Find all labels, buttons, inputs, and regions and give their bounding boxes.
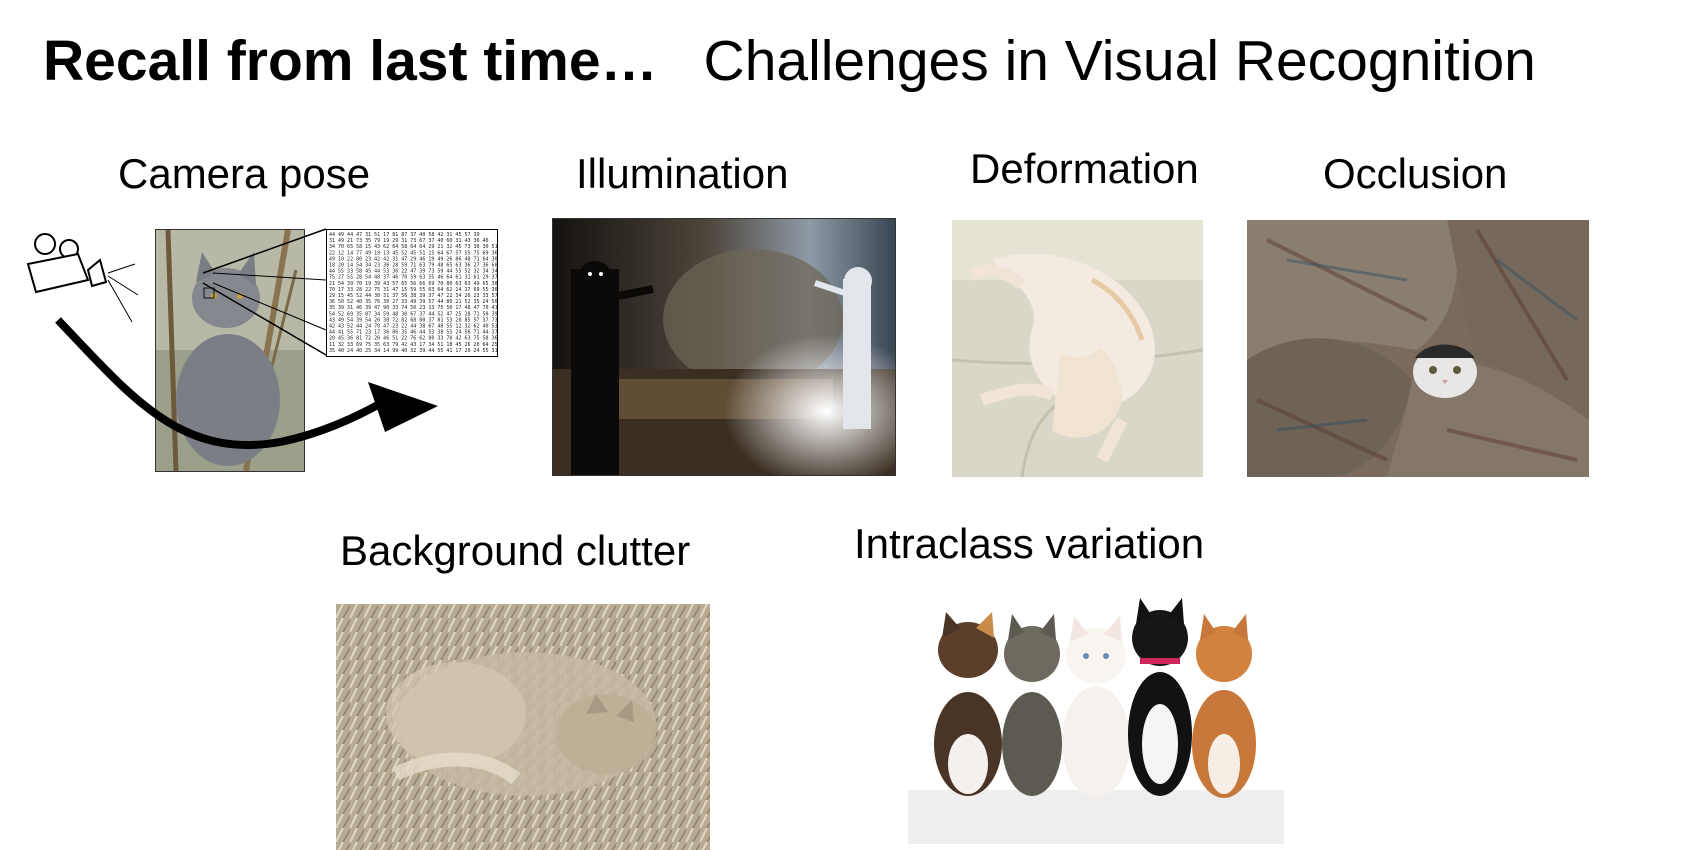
camera-pose-label: Camera pose — [118, 150, 371, 197]
slide-title: Recall from last time… Challenges in Visu… — [43, 28, 1536, 94]
deformation-cat-photo — [952, 220, 1203, 477]
occlusion-label: Occlusion — [1323, 150, 1508, 197]
illumination-cat-photo — [552, 218, 896, 476]
slide-title-bold: Recall from last time… — [43, 29, 658, 93]
deformation-label: Deformation — [970, 145, 1199, 192]
intraclass-variation-cats-photo — [908, 594, 1284, 844]
movie-camera-icon — [26, 233, 139, 323]
camera-pose-overlay — [26, 228, 438, 450]
occlusion-cat-photo — [1247, 220, 1589, 477]
illumination-label: Illumination — [576, 150, 789, 197]
curved-arrow-icon — [55, 317, 438, 450]
intraclass-variation-label: Intraclass variation — [854, 520, 1205, 567]
background-clutter-label: Background clutter — [340, 527, 691, 574]
background-clutter-cat-photo — [336, 604, 710, 850]
slide-title-subtitle: Challenges in Visual Recognition — [703, 29, 1536, 93]
